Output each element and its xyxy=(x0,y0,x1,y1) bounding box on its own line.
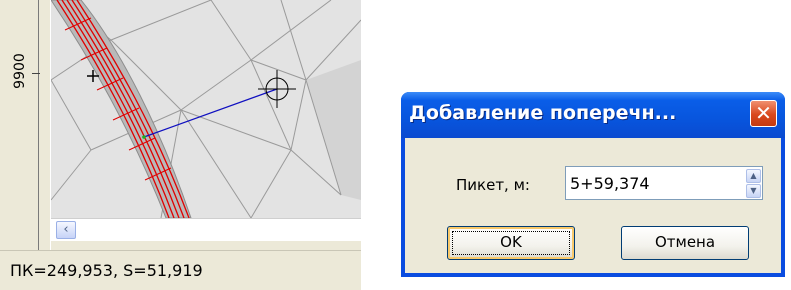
drawing-viewport[interactable] xyxy=(51,0,361,218)
cancel-button-label: Отмена xyxy=(654,233,716,251)
ok-button[interactable]: OK xyxy=(447,226,575,260)
close-icon[interactable]: ✕ xyxy=(750,100,777,127)
ruler-axis xyxy=(38,0,39,250)
picket-input[interactable] xyxy=(570,169,738,197)
ok-button-label: OK xyxy=(500,233,522,251)
ruler-label: 9900 xyxy=(12,53,28,89)
ruler-mark xyxy=(32,73,40,74)
status-bar: ПК=249,953, S=51,919 xyxy=(0,250,361,290)
dialog-title: Добавление поперечн... xyxy=(409,102,677,124)
cancel-button[interactable]: Отмена xyxy=(621,226,749,260)
spin-up-icon[interactable]: ▲ xyxy=(746,169,761,183)
dialog-titlebar[interactable]: Добавление поперечн... ✕ xyxy=(401,92,785,138)
scroll-left-arrow-icon[interactable]: ‹ xyxy=(56,221,76,239)
dialog-body: Пикет, м: ▲ ▼ OK Отмена xyxy=(405,138,781,273)
cad-panel: 9900 ‹ ПК=249,953, S=51,919 xyxy=(0,0,361,290)
status-text: ПК=249,953, S=51,919 xyxy=(10,261,203,280)
spin-down-icon[interactable]: ▼ xyxy=(746,184,761,198)
drawing-canvas[interactable] xyxy=(51,0,361,218)
picket-field[interactable]: ▲ ▼ xyxy=(565,166,763,200)
section-start-point xyxy=(142,135,146,139)
vertical-ruler: 9900 xyxy=(0,0,51,250)
picket-label: Пикет, м: xyxy=(456,176,530,194)
horizontal-scrollbar[interactable]: ‹ xyxy=(51,218,361,241)
add-cross-section-dialog: Добавление поперечн... ✕ Пикет, м: ▲ ▼ O… xyxy=(401,92,785,277)
